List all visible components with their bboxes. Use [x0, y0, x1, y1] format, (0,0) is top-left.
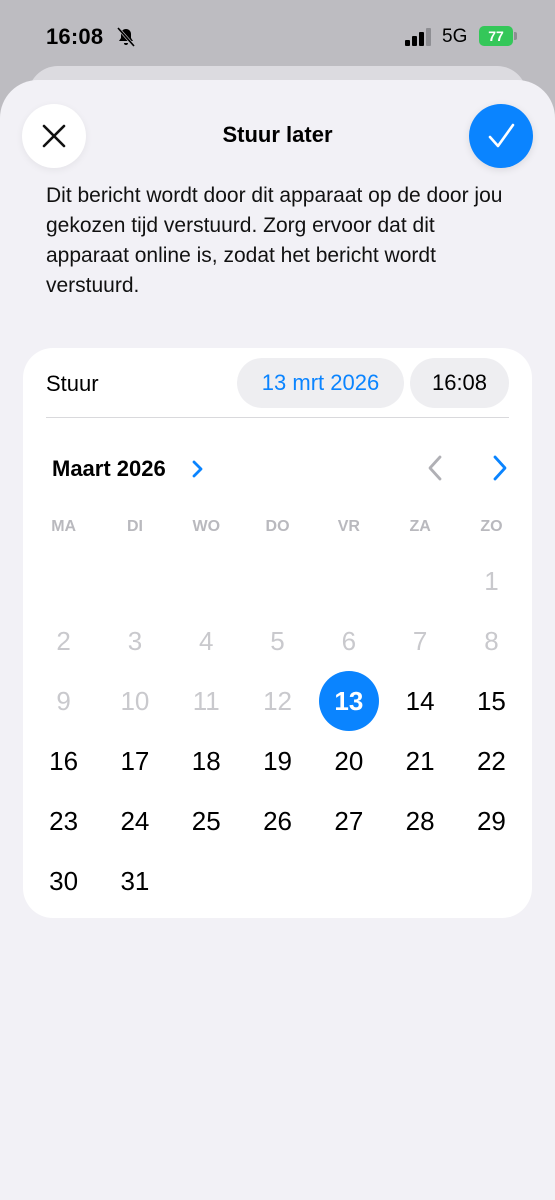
chevron-right-icon[interactable]	[189, 458, 205, 480]
schedule-description: Dit bericht wordt door dit apparaat op d…	[46, 184, 503, 297]
calendar-day: 1	[456, 551, 527, 611]
weekday-header: MA DI WO DO VR ZA ZO	[28, 518, 527, 540]
battery-level: 77	[479, 26, 513, 46]
calendar-day-number: 30	[49, 865, 79, 896]
calendar-day-number: 31	[120, 865, 150, 896]
checkmark-icon	[488, 123, 515, 148]
calendar-day[interactable]: 16	[28, 731, 99, 791]
calendar-day: 6	[313, 611, 384, 671]
calendar-day[interactable]: 22	[456, 731, 527, 791]
send-label: Stuur	[46, 371, 99, 396]
calendar-day: 5	[242, 611, 313, 671]
calendar-day-number: 24	[120, 805, 150, 836]
calendar-day-number: 21	[405, 745, 435, 776]
weekday-label: VR	[337, 518, 360, 535]
calendar-day-number: 15	[476, 685, 506, 716]
calendar-day: 3	[99, 611, 170, 671]
calendar-day-number: 29	[476, 805, 506, 836]
weekday-label: ZA	[409, 518, 431, 535]
calendar-day[interactable]: 17	[99, 731, 170, 791]
calendar-day: 7	[384, 611, 455, 671]
calendar-day: 8	[456, 611, 527, 671]
calendar-day-number: 5	[270, 625, 285, 656]
next-month-button[interactable]	[486, 452, 514, 484]
calendar-day-number: 9	[56, 685, 71, 716]
confirm-button[interactable]	[469, 104, 533, 168]
status-bar: 16:08 5G 77	[0, 0, 555, 70]
calendar-day[interactable]: 29	[456, 791, 527, 851]
calendar-day-number: 28	[405, 805, 435, 836]
calendar-day-number: 18	[191, 745, 221, 776]
battery-tip	[514, 32, 517, 40]
calendar-day-number: 10	[120, 685, 150, 716]
weekday-label: WO	[192, 518, 221, 535]
calendar-day[interactable]: 14	[384, 671, 455, 731]
calendar-day[interactable]: 28	[384, 791, 455, 851]
previous-month-button[interactable]	[421, 452, 449, 484]
calendar-day-selected[interactable]: 13	[313, 671, 384, 731]
calendar-day-number: 2	[56, 625, 71, 656]
calendar-day: 12	[242, 671, 313, 731]
calendar-day-number: 16	[49, 745, 79, 776]
calendar-day[interactable]: 18	[171, 731, 242, 791]
battery-indicator: 77	[479, 26, 517, 46]
calendar-day: 11	[171, 671, 242, 731]
calendar-days: 1 2 3 4 5 6 7 8 9 10 11 12 13 14 15 16 17 18 19 20 21 22 23 24 2…	[28, 551, 527, 911]
calendar-day-number: 12	[263, 685, 292, 716]
chevron-left-icon	[428, 455, 442, 481]
calendar-day-number: 26	[263, 805, 292, 836]
calendar-day-number: 27	[334, 805, 364, 836]
weekday-label: ZO	[480, 518, 503, 535]
calendar-day[interactable]: 20	[313, 731, 384, 791]
calendar-day-number: 7	[412, 625, 428, 656]
calendar-day-number: 20	[334, 745, 364, 776]
calendar-day-number: 11	[192, 685, 220, 716]
calendar-day[interactable]: 26	[242, 791, 313, 851]
schedule-card: Stuur 13 mrt 2026 16:08 Maart 2026 MA DI W…	[23, 348, 532, 918]
calendar-day[interactable]: 25	[171, 791, 242, 851]
date-picker-button[interactable]: 13 mrt 2026	[237, 358, 404, 408]
calendar-day-number: 1	[484, 565, 499, 596]
status-time: 16:08	[46, 24, 104, 49]
calendar-day-number: 17	[120, 745, 150, 776]
network-label: 5G	[442, 26, 468, 47]
weekday-label: DI	[126, 518, 143, 535]
divider	[46, 417, 509, 418]
calendar-day-number: 13	[318, 671, 379, 731]
time-picker-button[interactable]: 16:08	[410, 358, 509, 408]
calendar-day: 9	[28, 671, 99, 731]
calendar-day-number: 6	[341, 625, 357, 656]
calendar-day: 2	[28, 611, 99, 671]
calendar-day-number: 4	[199, 625, 214, 656]
calendar-day[interactable]: 15	[456, 671, 527, 731]
calendar-day-number: 19	[263, 745, 292, 776]
calendar-day[interactable]: 24	[99, 791, 170, 851]
calendar-day-number: 8	[484, 625, 499, 656]
signal-icon	[405, 28, 431, 46]
calendar-day[interactable]: 30	[28, 851, 99, 911]
calendar-day: 10	[99, 671, 170, 731]
calendar-day-number: 3	[127, 625, 143, 656]
calendar-day: 4	[171, 611, 242, 671]
calendar-day[interactable]: 19	[242, 731, 313, 791]
calendar-day[interactable]: 31	[99, 851, 170, 911]
schedule-sheet: Stuur later Dit bericht wordt door dit a…	[0, 80, 555, 1200]
calendar-day-number: 22	[476, 745, 506, 776]
weekday-label: DO	[265, 518, 290, 535]
calendar-day-number: 14	[405, 685, 435, 716]
calendar-day-number: 25	[191, 805, 221, 836]
calendar-day-number: 23	[49, 805, 79, 836]
weekday-label: MA	[51, 518, 77, 535]
month-year-label[interactable]: Maart 2026	[52, 456, 166, 482]
calendar-day[interactable]: 21	[384, 731, 455, 791]
bell-slash-icon	[116, 27, 136, 47]
chevron-right-icon	[493, 455, 507, 481]
calendar-day[interactable]: 23	[28, 791, 99, 851]
calendar-day[interactable]: 27	[313, 791, 384, 851]
